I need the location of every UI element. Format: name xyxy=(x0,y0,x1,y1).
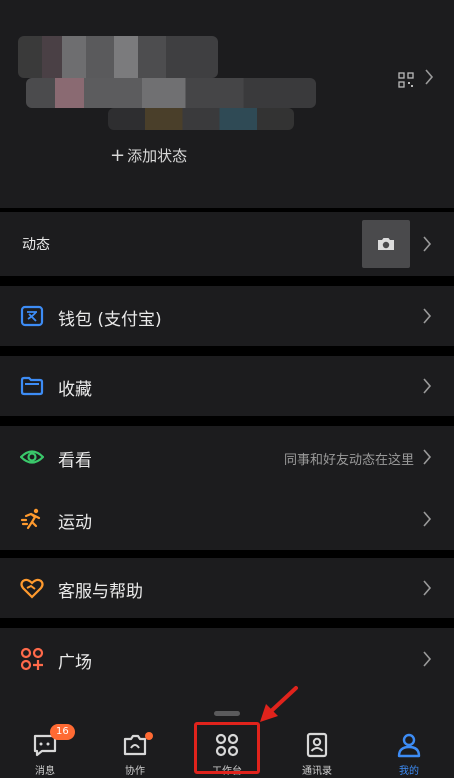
camera-icon[interactable] xyxy=(362,220,410,268)
profile-icon xyxy=(397,733,421,758)
look-row[interactable]: 看看 同事和好友动态在这里 xyxy=(0,426,454,488)
tab-messages[interactable]: 16 消息 xyxy=(10,708,80,778)
info-blurred xyxy=(108,108,294,130)
tab-label: 消息 xyxy=(35,766,55,777)
moments-label: 动态 xyxy=(22,237,50,253)
sport-row[interactable]: 运动 xyxy=(0,488,454,550)
tab-collab[interactable]: 协作 xyxy=(100,708,170,778)
chevron-right-icon xyxy=(422,378,432,394)
qr-code-icon[interactable] xyxy=(398,72,414,88)
wallet-row[interactable]: 钱包 (支付宝) xyxy=(0,286,454,346)
add-status-button[interactable]: + 添加状态 xyxy=(110,145,187,166)
chevron-right-icon xyxy=(422,580,432,596)
chevron-right-icon xyxy=(422,511,432,527)
chevron-right-icon xyxy=(425,69,434,85)
run-icon xyxy=(20,508,41,530)
tab-label: 我的 xyxy=(399,766,419,777)
chevron-right-icon xyxy=(422,449,432,465)
look-hint: 同事和好友动态在这里 xyxy=(283,453,414,468)
wallet-icon xyxy=(20,305,44,327)
workbench-highlight-box xyxy=(194,722,260,774)
username-blurred xyxy=(26,78,316,108)
feeds-group: 看看 同事和好友动态在这里 运动 xyxy=(0,426,454,550)
plus-icon: + xyxy=(110,145,126,166)
help-row[interactable]: 客服与帮助 xyxy=(0,558,454,618)
help-label: 客服与帮助 xyxy=(58,582,143,602)
wallet-label: 钱包 (支付宝) xyxy=(58,310,162,330)
drag-handle[interactable] xyxy=(214,711,240,716)
plaza-label: 广场 xyxy=(58,653,92,673)
unread-badge: 16 xyxy=(50,724,75,740)
folder-icon xyxy=(20,376,44,396)
tab-label: 协作 xyxy=(125,766,145,777)
tab-mine[interactable]: 我的 xyxy=(374,708,444,778)
tab-label: 通讯录 xyxy=(302,766,332,777)
favorites-row[interactable]: 收藏 xyxy=(0,356,454,416)
chevron-right-icon xyxy=(422,236,432,252)
moments-row[interactable]: 动态 xyxy=(0,212,454,276)
eye-icon xyxy=(20,450,44,464)
contacts-icon xyxy=(306,732,328,758)
favorites-label: 收藏 xyxy=(58,380,92,400)
profile-header[interactable]: + 添加状态 xyxy=(0,0,454,208)
sport-label: 运动 xyxy=(58,513,92,533)
heart-icon xyxy=(20,578,44,599)
avatar-blurred xyxy=(18,36,218,78)
plaza-icon xyxy=(20,647,44,671)
plaza-row[interactable]: 广场 xyxy=(0,628,454,708)
look-label: 看看 xyxy=(58,451,92,471)
arrow-icon xyxy=(260,686,298,722)
chevron-right-icon xyxy=(422,651,432,667)
chevron-right-icon xyxy=(422,308,432,324)
notification-dot xyxy=(145,732,153,740)
